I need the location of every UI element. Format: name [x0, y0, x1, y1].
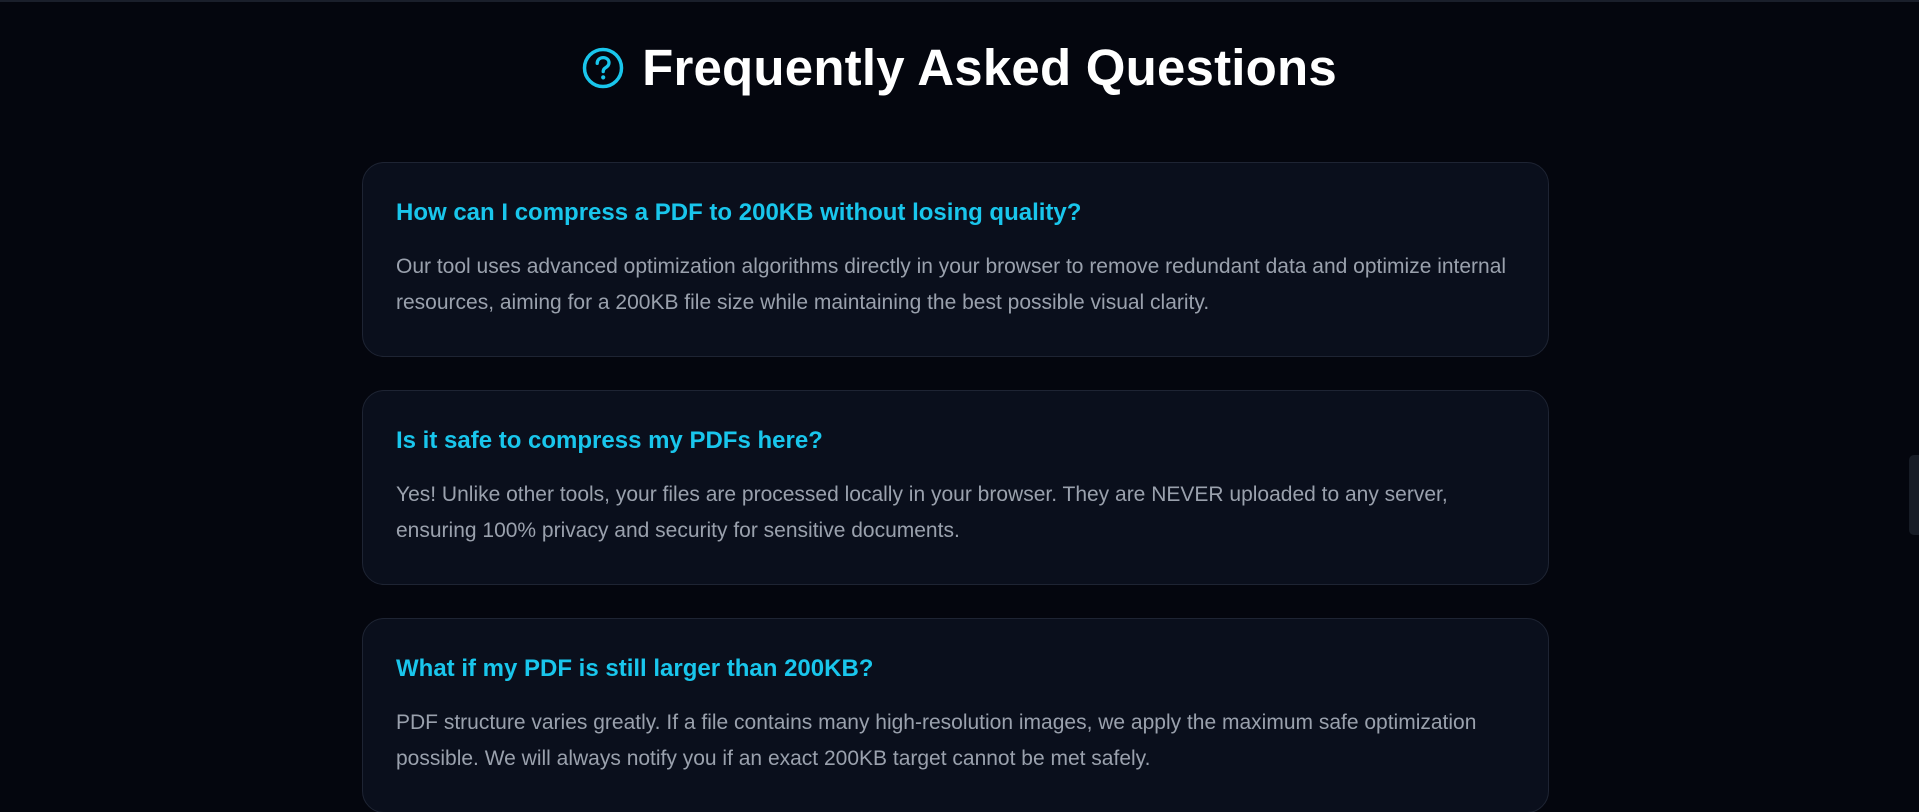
faq-question: Is it safe to compress my PDFs here?	[396, 427, 823, 454]
page-title: Frequently Asked Questions	[642, 39, 1337, 96]
faq-header: Frequently Asked Questions	[0, 38, 1919, 98]
faq-question: What if my PDF is still larger than 200K…	[396, 655, 874, 682]
faq-question: How can I compress a PDF to 200KB withou…	[396, 199, 1082, 226]
faq-page: Frequently Asked Questions How can I com…	[0, 0, 1919, 812]
faq-answer: Our tool uses advanced optimization algo…	[396, 255, 1507, 314]
scrollbar-thumb[interactable]	[1909, 455, 1919, 535]
faq-item[interactable]: How can I compress a PDF to 200KB withou…	[362, 162, 1549, 357]
faq-answer: PDF structure varies greatly. If a file …	[396, 711, 1477, 770]
faq-list: How can I compress a PDF to 200KB withou…	[362, 162, 1549, 812]
faq-item[interactable]: What if my PDF is still larger than 200K…	[362, 618, 1549, 812]
faq-item[interactable]: Is it safe to compress my PDFs here? Yes…	[362, 390, 1549, 585]
faq-answer: Yes! Unlike other tools, your files are …	[396, 483, 1448, 542]
top-divider	[0, 0, 1919, 2]
question-circle-icon	[582, 47, 624, 89]
